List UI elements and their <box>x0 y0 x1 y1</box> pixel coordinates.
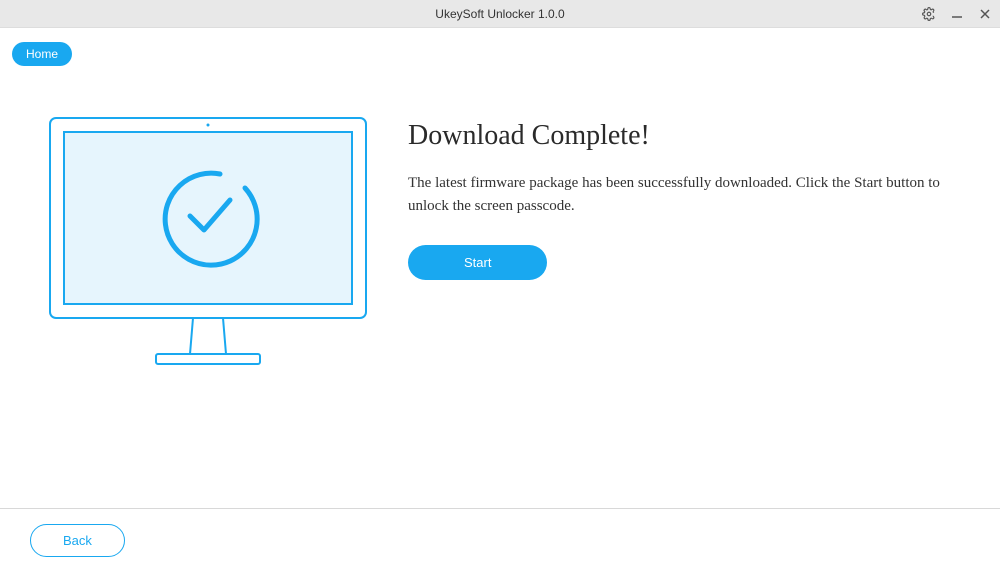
back-button[interactable]: Back <box>30 524 125 557</box>
titlebar: UkeySoft Unlocker 1.0.0 <box>0 0 1000 28</box>
start-button[interactable]: Start <box>408 245 547 280</box>
page-description: The latest firmware package has been suc… <box>408 172 964 217</box>
monitor-checkmark-icon <box>48 116 368 376</box>
minimize-icon[interactable] <box>950 7 964 21</box>
footer: Back <box>0 508 1000 572</box>
home-tab[interactable]: Home <box>12 42 72 66</box>
text-column: Download Complete! The latest firmware p… <box>408 116 964 381</box>
titlebar-controls <box>922 7 992 21</box>
page-heading: Download Complete! <box>408 120 964 152</box>
close-icon[interactable] <box>978 7 992 21</box>
content-area: Home Download Complete! The <box>0 28 1000 572</box>
window-title: UkeySoft Unlocker 1.0.0 <box>435 7 564 21</box>
main-row: Download Complete! The latest firmware p… <box>0 28 1000 381</box>
gear-icon[interactable] <box>922 7 936 21</box>
illustration <box>48 116 368 381</box>
